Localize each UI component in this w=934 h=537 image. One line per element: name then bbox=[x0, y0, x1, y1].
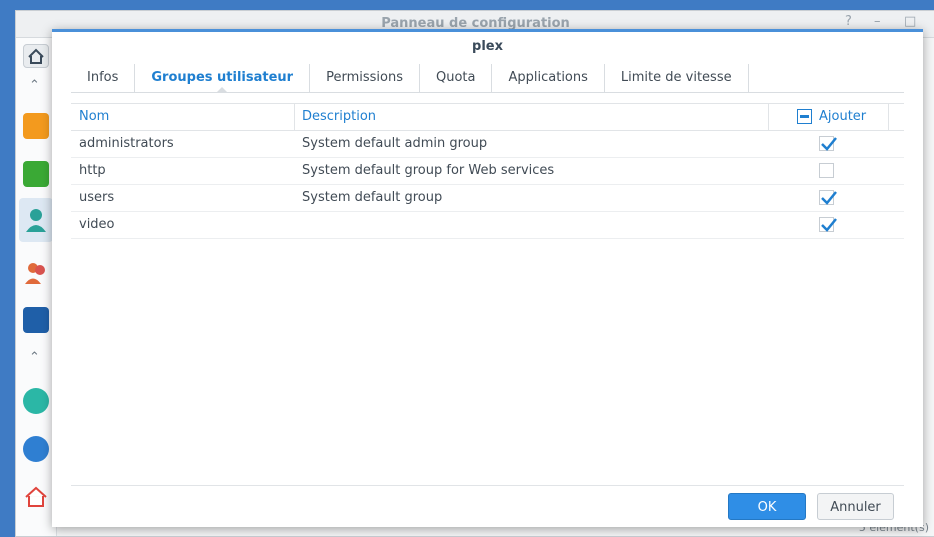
external-access-icon[interactable] bbox=[23, 436, 49, 462]
tab-applications[interactable]: Applications bbox=[492, 64, 605, 92]
user-edit-dialog: plex Infos Groupes utilisateur Permissio… bbox=[52, 29, 923, 527]
tab-user-groups[interactable]: Groupes utilisateur bbox=[135, 64, 311, 93]
tab-permissions[interactable]: Permissions bbox=[310, 64, 420, 92]
footer-divider bbox=[71, 485, 904, 486]
tab-bar: Infos Groupes utilisateur Permissions Qu… bbox=[71, 64, 904, 93]
cancel-button[interactable]: Annuler bbox=[817, 493, 894, 520]
quickconnect-icon[interactable] bbox=[23, 388, 49, 414]
group-icon[interactable] bbox=[23, 259, 49, 285]
column-header-description[interactable]: Description bbox=[294, 104, 376, 130]
dialog-title: plex bbox=[472, 39, 503, 54]
group-name-cell: users bbox=[79, 190, 115, 205]
group-description-cell: System default group for Web services bbox=[302, 163, 555, 178]
group-description-cell bbox=[294, 212, 302, 238]
add-group-checkbox[interactable] bbox=[819, 163, 834, 178]
column-divider bbox=[768, 104, 769, 130]
tab-speed-limit[interactable]: Limite de vitesse bbox=[605, 64, 749, 92]
ok-button[interactable]: OK bbox=[728, 493, 806, 520]
table-row[interactable]: http System default group for Web servic… bbox=[71, 158, 904, 185]
file-services-icon[interactable] bbox=[23, 161, 49, 187]
column-header-name[interactable]: Nom bbox=[71, 104, 109, 130]
group-description-cell: System default group bbox=[302, 190, 443, 205]
control-panel-sidebar: ⌃ ⌃ bbox=[16, 38, 57, 536]
group-name-cell: administrators bbox=[79, 136, 174, 151]
add-group-checkbox[interactable] bbox=[819, 190, 837, 205]
shared-folder-icon[interactable] bbox=[23, 113, 49, 139]
group-name-cell: video bbox=[79, 217, 115, 232]
user-icon[interactable] bbox=[19, 198, 53, 242]
tab-infos[interactable]: Infos bbox=[71, 64, 136, 92]
groups-table: Nom Description Ajouter administrators S… bbox=[71, 103, 904, 239]
group-name-cell: http bbox=[79, 163, 106, 178]
select-all-checkbox[interactable] bbox=[797, 109, 812, 124]
collapse-chevron-up-icon[interactable]: ⌃ bbox=[29, 78, 40, 93]
collapse-chevron-up-icon-2[interactable]: ⌃ bbox=[29, 350, 40, 365]
column-header-add[interactable]: Ajouter bbox=[811, 104, 866, 130]
help-icon[interactable]: ? bbox=[845, 14, 852, 29]
group-description-cell: System default admin group bbox=[302, 136, 488, 151]
table-header: Nom Description Ajouter bbox=[71, 103, 904, 131]
add-group-checkbox[interactable] bbox=[819, 217, 837, 232]
domain-ldap-icon[interactable] bbox=[23, 307, 49, 333]
network-icon[interactable] bbox=[23, 484, 49, 510]
maximize-icon[interactable]: □ bbox=[904, 14, 916, 29]
column-divider bbox=[888, 104, 889, 130]
minimize-icon[interactable]: – bbox=[874, 14, 881, 29]
table-row[interactable]: video bbox=[71, 212, 904, 239]
add-group-checkbox[interactable] bbox=[819, 136, 837, 151]
table-row[interactable]: users System default group bbox=[71, 185, 904, 212]
tab-quota[interactable]: Quota bbox=[420, 64, 493, 92]
home-icon[interactable] bbox=[23, 44, 49, 68]
table-row[interactable]: administrators System default admin grou… bbox=[71, 131, 904, 158]
